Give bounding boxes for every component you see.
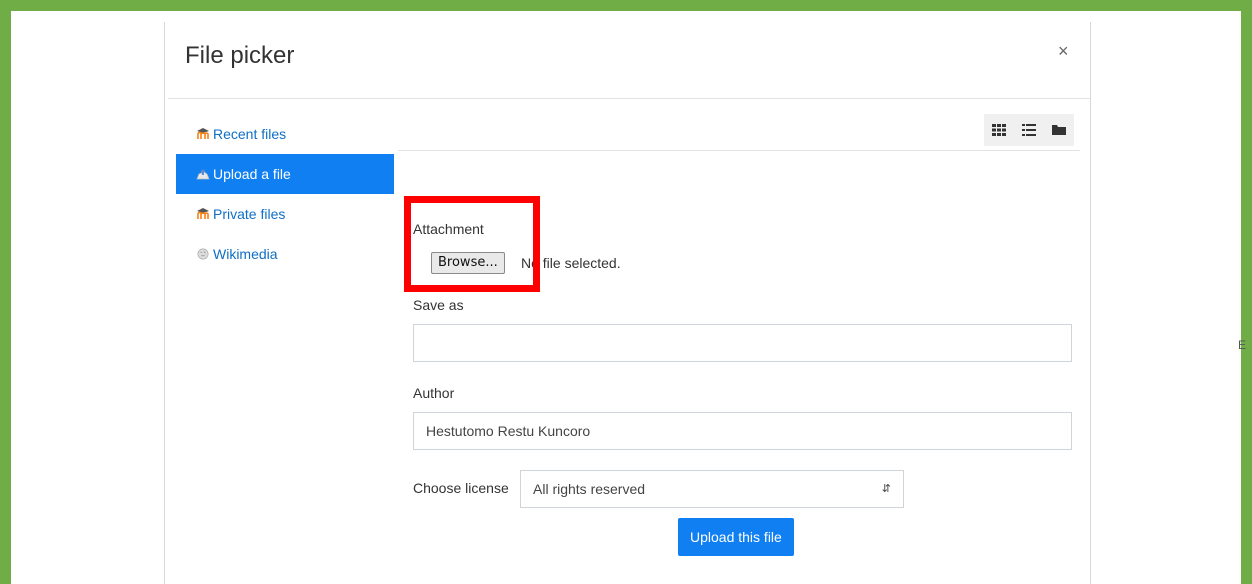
page-border-right [1090, 22, 1091, 584]
sidebar-item-label: Upload a file [213, 166, 291, 182]
sidebar-item-label: Wikimedia [213, 246, 278, 262]
author-input[interactable]: Hestutomo Restu Kuncoro [413, 412, 1072, 450]
moodle-icon [197, 128, 209, 139]
sidebar-item-label: Private files [213, 206, 286, 222]
sidebar-item-wikimedia[interactable]: Wikimedia [176, 234, 394, 274]
grid-view-icon [992, 124, 1006, 136]
save-as-input[interactable] [413, 324, 1072, 362]
upload-icon [196, 169, 210, 180]
folder-view-icon [1052, 125, 1066, 135]
list-view-button[interactable] [1014, 114, 1044, 146]
close-button[interactable]: × [1058, 42, 1069, 60]
file-picker-toolbar [398, 112, 1080, 151]
license-select-value: All rights reserved [533, 481, 646, 497]
sidebar-item-upload-a-file[interactable]: Upload a file [176, 154, 394, 194]
author-label: Author [413, 385, 455, 401]
upload-this-file-button[interactable]: Upload this file [678, 518, 794, 556]
view-switcher [984, 114, 1074, 146]
dialog-header: File picker × [168, 22, 1090, 99]
page-border-left [164, 22, 165, 584]
sidebar-item-recent-files[interactable]: Recent files [176, 114, 394, 154]
sidebar-item-private-files[interactable]: Private files [176, 194, 394, 234]
choose-license-label: Choose license [413, 480, 509, 496]
moodle-icon [197, 208, 209, 219]
highlight-annotation-box [404, 196, 540, 292]
list-view-icon [1022, 124, 1036, 136]
license-select[interactable]: All rights reserved ⇵ [520, 470, 904, 508]
wikimedia-icon [197, 248, 209, 260]
repository-sidebar: Recent files Upload a file Private files… [176, 114, 394, 274]
folder-view-button[interactable] [1044, 114, 1074, 146]
grid-view-button[interactable] [984, 114, 1014, 146]
sidebar-item-label: Recent files [213, 126, 287, 142]
background-text-fragment: E [1238, 338, 1247, 352]
save-as-label: Save as [413, 297, 464, 313]
select-arrows-icon: ⇵ [881, 483, 891, 495]
dialog-title: File picker [185, 42, 295, 69]
